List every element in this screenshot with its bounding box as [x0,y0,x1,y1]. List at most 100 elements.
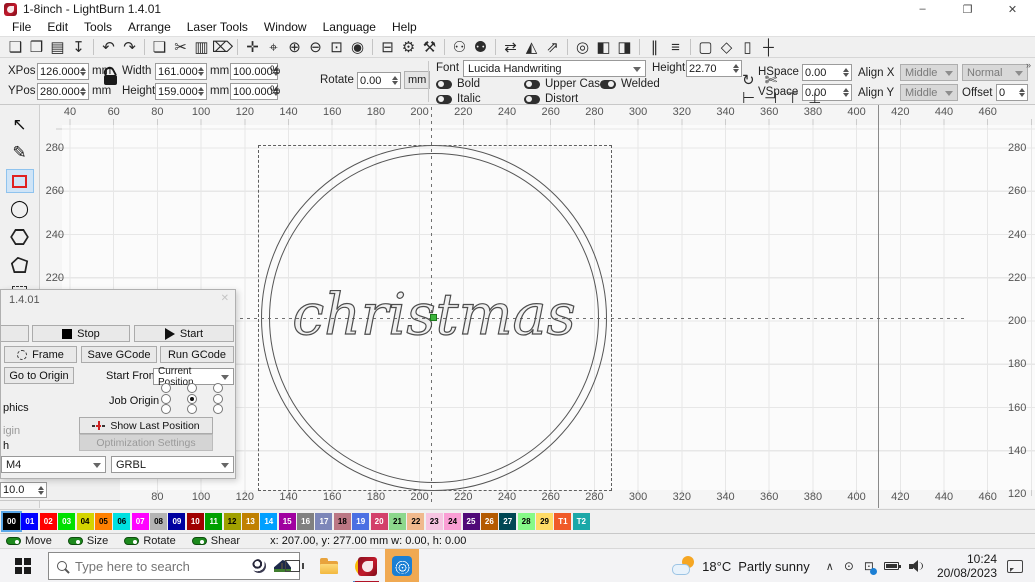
device-mode-combo[interactable]: M4 [1,456,106,473]
palette-swatch-01[interactable]: 01 [21,513,38,530]
palette-swatch-27[interactable]: 27 [499,513,516,530]
palette-swatch-T1[interactable]: T1 [554,513,571,530]
weather-widget[interactable]: 18°C Partly sunny [702,559,810,574]
close-button[interactable]: ✕ [990,0,1035,18]
palette-swatch-21[interactable]: 21 [389,513,406,530]
palette-swatch-03[interactable]: 03 [58,513,75,530]
open-file-icon[interactable]: ❒ [26,37,47,57]
offset-field[interactable]: 0 [996,84,1028,101]
zoom-out-icon[interactable]: ⊖ [305,37,326,57]
palette-swatch-26[interactable]: 26 [481,513,498,530]
hidden-icons-chevron[interactable]: ∧ [826,560,834,573]
palette-swatch-04[interactable]: 04 [77,513,94,530]
mirror-icon[interactable]: ◭ [521,37,542,57]
new-file-icon[interactable]: ❑ [5,37,26,57]
stop-button[interactable]: Stop [32,325,130,342]
palette-swatch-07[interactable]: 07 [132,513,149,530]
job-origin-dot-4[interactable] [187,394,197,404]
skew-icon[interactable]: ⇗ [542,37,563,57]
task-view-button[interactable] [275,549,309,582]
pan-icon[interactable]: ✛ [242,37,263,57]
volume-icon[interactable] [909,560,924,572]
menu-edit[interactable]: Edit [39,20,76,34]
toolbar-overflow-chevron[interactable]: » [1026,60,1031,70]
palette-swatch-23[interactable]: 23 [426,513,443,530]
frame-button[interactable]: Frame [4,346,77,363]
taskbar-search[interactable] [48,552,300,580]
zoom-fit-icon[interactable]: ⌖ [263,37,284,57]
run-gcode-button[interactable]: Run GCode [160,346,234,363]
shape-tool[interactable] [6,253,34,277]
zoom-in-icon[interactable]: ⊕ [284,37,305,57]
job-origin-dot-7[interactable] [187,404,197,414]
camera-icon[interactable]: ◉ [347,37,368,57]
palette-swatch-25[interactable]: 25 [463,513,480,530]
tray-app-icon-2[interactable]: ⊡ [864,559,874,573]
start-button[interactable] [0,549,46,582]
job-origin-selector[interactable] [153,383,231,415]
goto-origin-button[interactable]: Go to Origin [4,367,74,384]
origin-target-icon[interactable]: ◎ [572,37,593,57]
palette-swatch-15[interactable]: 15 [279,513,296,530]
palette-swatch-02[interactable]: 02 [40,513,57,530]
menu-window[interactable]: Window [256,20,315,34]
palette-swatch-08[interactable]: 08 [150,513,167,530]
distribute-vertical-icon[interactable]: ≡ [665,37,686,57]
distribute-horizontal-icon[interactable]: ∥ [644,37,665,57]
palette-swatch-T2[interactable]: T2 [573,513,590,530]
delete-icon[interactable]: ⌦ [212,37,233,57]
status-toggle-rotate[interactable]: Rotate [124,535,175,547]
laser-panel-close-icon[interactable]: ✕ [221,293,229,304]
settings-gear-icon[interactable]: ⚙ [398,37,419,57]
palette-swatch-16[interactable]: 16 [297,513,314,530]
print-and-cut-icon[interactable]: ✄ [765,71,778,89]
pause-button-clipped[interactable] [0,325,29,342]
start-button[interactable]: Start [134,325,234,342]
menu-help[interactable]: Help [384,20,425,34]
menu-file[interactable]: File [4,20,39,34]
device-combo[interactable]: GRBL [111,456,234,473]
user-icon[interactable]: ⚉ [470,37,491,57]
palette-swatch-11[interactable]: 11 [205,513,222,530]
job-origin-dot-3[interactable] [161,394,171,404]
palette-swatch-19[interactable]: 19 [352,513,369,530]
clipped-interval-field[interactable]: 10.0 [0,482,47,498]
job-origin-dot-0[interactable] [161,383,171,393]
status-toggle-shear[interactable]: Shear [192,535,240,547]
cut-icon[interactable]: ✂ [170,37,191,57]
job-origin-dot-2[interactable] [213,383,223,393]
menu-arrange[interactable]: Arrange [120,20,179,34]
ellipse-tool[interactable]: ◯ [6,197,34,221]
palette-swatch-17[interactable]: 17 [315,513,332,530]
rectangle-tool[interactable] [6,169,34,193]
team-icon[interactable]: ⚇ [449,37,470,57]
palette-swatch-12[interactable]: 12 [224,513,241,530]
palette-swatch-14[interactable]: 14 [260,513,277,530]
polygon-tool[interactable] [6,225,34,249]
palette-swatch-20[interactable]: 20 [371,513,388,530]
status-toggle-size[interactable]: Size [68,535,108,547]
save-gcode-button[interactable]: Save GCode [81,346,157,363]
align-vertical-icon[interactable]: ◨ [614,37,635,57]
restore-button[interactable]: ❐ [945,0,990,18]
select-tool[interactable]: ↖ [6,113,34,137]
draw-lines-tool[interactable]: ✎ [6,141,34,165]
group-select-icon[interactable]: ▢ [695,37,716,57]
palette-swatch-24[interactable]: 24 [444,513,461,530]
tray-app-icon-1[interactable]: ⊙ [844,559,854,573]
frame-selection-icon[interactable]: ⊡ [326,37,347,57]
menu-laser-tools[interactable]: Laser Tools [179,20,256,34]
undo-icon[interactable]: ↶ [98,37,119,57]
copy-icon[interactable]: ❏ [149,37,170,57]
show-last-position-button[interactable]: Show Last Position [79,417,213,434]
refresh-devices-icon[interactable]: ↻ [742,71,755,89]
menu-language[interactable]: Language [315,20,384,34]
menu-tools[interactable]: Tools [76,20,120,34]
palette-swatch-06[interactable]: 06 [113,513,130,530]
battery-icon[interactable] [884,562,899,570]
job-origin-dot-6[interactable] [161,404,171,414]
palette-swatch-29[interactable]: 29 [536,513,553,530]
palette-swatch-10[interactable]: 10 [187,513,204,530]
palette-swatch-09[interactable]: 09 [168,513,185,530]
job-origin-dot-5[interactable] [213,394,223,404]
